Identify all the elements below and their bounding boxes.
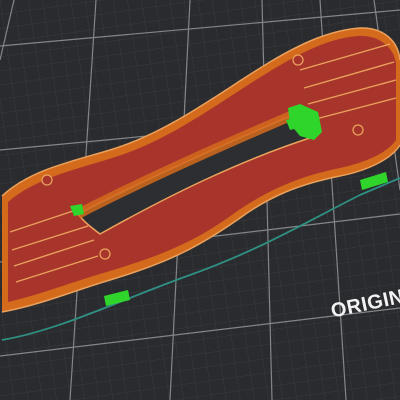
3d-viewport[interactable]: ORIGINAL [0,0,400,400]
sliced-model[interactable] [0,0,400,400]
print-bed-scene[interactable] [0,0,400,400]
